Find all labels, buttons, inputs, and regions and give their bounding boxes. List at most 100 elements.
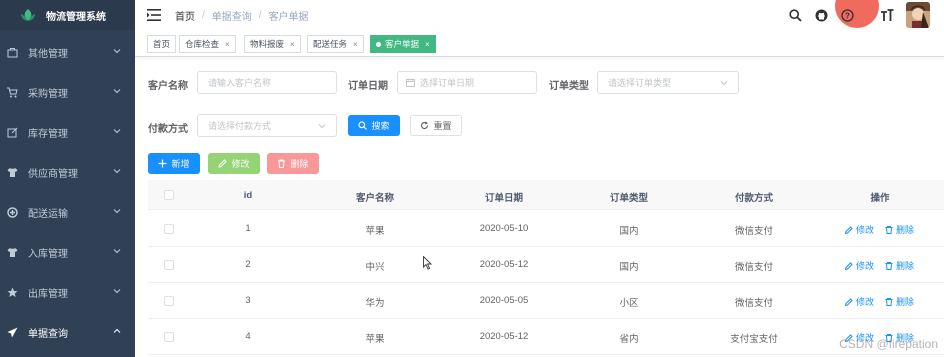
edit-button-label: 修改: [231, 159, 250, 169]
cell-customer: 苹果: [365, 334, 385, 345]
customer-name-input[interactable]: 请输入客户名称: [197, 71, 337, 94]
search-button-label: 搜索: [371, 121, 390, 131]
tag-label: 配送任务: [313, 39, 348, 49]
add-button-label: 新增: [171, 159, 190, 169]
sidebar-item-other[interactable]: 其他管理: [0, 40, 135, 64]
table-header: id 客户名称 订单日期 订单类型 付款方式 操作: [148, 180, 944, 210]
add-button[interactable]: 新增: [148, 153, 200, 174]
sidebar-item-label: 配送运输: [28, 208, 68, 220]
logo[interactable]: 物流管理系统: [0, 0, 135, 30]
row-checkbox[interactable]: [164, 332, 174, 342]
delete-button[interactable]: 删除: [267, 153, 319, 174]
help-icon[interactable]: ?: [840, 8, 854, 22]
row-delete-link[interactable]: 删除: [885, 223, 914, 236]
cell-customer: 华为: [365, 298, 385, 309]
customer-name-label: 客户名称: [148, 81, 188, 92]
row-delete-link[interactable]: 删除: [885, 295, 914, 308]
cart-icon: [6, 86, 18, 98]
tag-home[interactable]: 首页: [147, 35, 177, 53]
cell-type: 国内: [619, 226, 639, 237]
cell-id: 1: [245, 223, 251, 234]
sidebar-item-label: 供应商管理: [28, 168, 78, 180]
payment-method-label: 付款方式: [148, 124, 188, 135]
row-edit-link[interactable]: 修改: [845, 295, 874, 308]
row-edit-link[interactable]: 修改: [845, 259, 874, 272]
cell-customer: 中兴: [365, 262, 385, 273]
order-date-picker[interactable]: 选择订单日期: [397, 71, 537, 94]
select-all-checkbox[interactable]: [164, 190, 174, 200]
sidebar-item-label: 其他管理: [28, 48, 68, 60]
tag-material-scrap[interactable]: 物料报废 ×: [244, 35, 301, 53]
cell-date: 2020-05-05: [479, 295, 529, 306]
edit-icon: [6, 126, 18, 138]
mouse-cursor-icon: [423, 256, 432, 270]
tag-label: 仓库检查: [185, 39, 220, 49]
delete-button-label: 删除: [290, 159, 309, 169]
breadcrumb-current: 客户单据: [268, 11, 309, 23]
sidebar-item-documents[interactable]: 单据查询: [0, 320, 135, 344]
cell-type: 国内: [619, 262, 639, 273]
sidebar-item-outbound[interactable]: 出库管理: [0, 280, 135, 304]
refresh-icon: [420, 121, 429, 130]
column-header-customer: 客户名称: [355, 193, 394, 204]
row-edit-label: 修改: [856, 297, 875, 307]
cell-type: 省内: [619, 334, 639, 345]
cell-id: 3: [245, 295, 251, 306]
sidebar-item-inbound[interactable]: 入库管理: [0, 240, 135, 264]
tag-customer-documents[interactable]: 客户单据 ×: [370, 35, 436, 53]
tag-label: 首页: [153, 39, 171, 49]
row-delete-link[interactable]: 删除: [885, 259, 914, 272]
close-icon[interactable]: ×: [425, 40, 430, 49]
sidebar-item-delivery[interactable]: 配送运输: [0, 200, 135, 224]
table-row[interactable]: 2 中兴 2020-05-12 国内 微信支付 修改 删除: [148, 247, 944, 283]
order-type-label: 订单类型: [549, 81, 589, 92]
cell-payment: 微信支付: [734, 226, 773, 237]
shirt-icon: [6, 246, 18, 258]
tags-view: 首页 仓库检查 × 物料报废 × 配送任务 × 客户单据 ×: [135, 30, 944, 57]
github-icon[interactable]: [814, 8, 828, 22]
table-row[interactable]: 4 苹果 2020-05-12 省内 支付宝支付 修改 删除: [148, 319, 944, 355]
tag-warehouse-check[interactable]: 仓库检查 ×: [179, 35, 236, 53]
breadcrumb-documents: 单据查询: [211, 11, 252, 23]
sidebar-item-label: 入库管理: [28, 248, 68, 260]
edit-icon: [845, 261, 853, 270]
table-row[interactable]: 3 华为 2020-05-05 小区 微信支付 修改 删除: [148, 283, 944, 319]
sidebar-item-purchase[interactable]: 采购管理: [0, 80, 135, 104]
sidebar: 物流管理系统 其他管理 采购管理 库存管理 供应商管理 配送运输 入库管理 出库…: [0, 0, 135, 357]
sidebar-item-inventory[interactable]: 库存管理: [0, 120, 135, 144]
trash-icon: [277, 159, 286, 168]
close-icon[interactable]: ×: [225, 40, 230, 49]
column-header-payment: 付款方式: [734, 193, 773, 204]
sidebar-item-label: 单据查询: [28, 328, 68, 340]
user-avatar[interactable]: [906, 2, 930, 28]
order-type-select[interactable]: 请选择订单类型: [597, 71, 739, 94]
trash-icon: [885, 225, 893, 234]
edit-icon: [218, 159, 228, 168]
row-edit-label: 修改: [856, 261, 875, 271]
edit-button[interactable]: 修改: [208, 153, 260, 174]
row-edit-link[interactable]: 修改: [845, 223, 874, 236]
tag-delivery-task[interactable]: 配送任务 ×: [307, 35, 364, 53]
sidebar-item-label: 库存管理: [28, 128, 68, 140]
search-icon[interactable]: [788, 8, 802, 22]
cell-date: 2020-05-12: [479, 259, 529, 270]
cell-payment: 微信支付: [734, 262, 773, 273]
breadcrumb-home[interactable]: 首页: [175, 8, 195, 23]
reset-button[interactable]: 重置: [410, 115, 462, 136]
edit-icon: [845, 225, 853, 234]
app-root: 物流管理系统 其他管理 采购管理 库存管理 供应商管理 配送运输 入库管理 出库…: [0, 0, 944, 357]
chevron-down-icon: [113, 129, 121, 134]
font-size-icon[interactable]: [880, 8, 894, 22]
close-icon[interactable]: ×: [353, 40, 358, 49]
sidebar-item-supplier[interactable]: 供应商管理: [0, 160, 135, 184]
row-checkbox[interactable]: [164, 260, 174, 270]
table-row[interactable]: 1 苹果 2020-05-10 国内 微信支付 修改 删除: [148, 211, 944, 247]
row-checkbox[interactable]: [164, 224, 174, 234]
row-checkbox[interactable]: [164, 296, 174, 306]
hamburger-icon[interactable]: [147, 9, 161, 21]
chevron-down-icon: [113, 169, 121, 174]
payment-method-select[interactable]: 请选择付款方式: [197, 114, 337, 137]
search-button[interactable]: 搜索: [348, 115, 400, 136]
shirt-icon: [6, 166, 18, 178]
close-icon[interactable]: ×: [290, 40, 295, 49]
